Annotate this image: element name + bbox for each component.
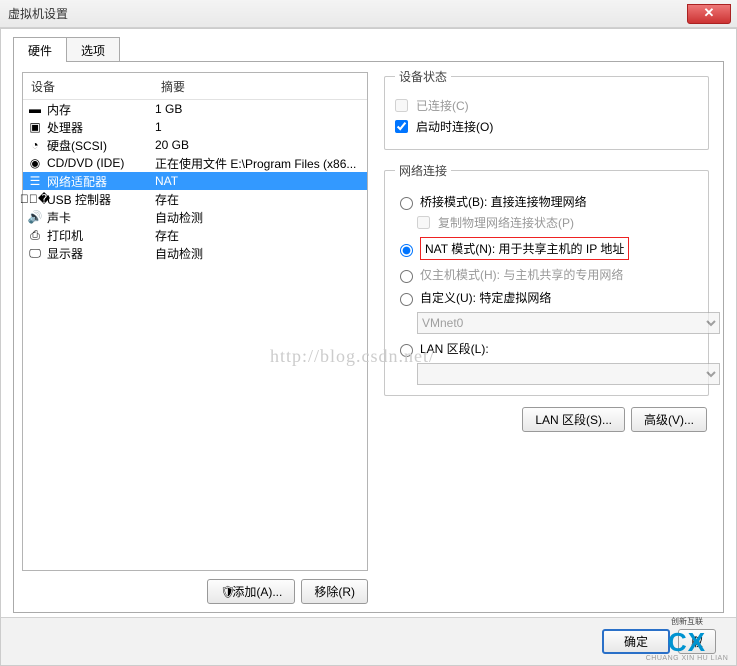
tab-hardware[interactable]: 硬件 [13,37,67,62]
hardware-row[interactable]: �ొ� USB 控制器存在 [23,190,367,208]
connected-label: 已连接(C) [416,97,469,114]
nat-radio-row[interactable]: NAT 模式(N): 用于共享主机的 IP 地址 [395,237,698,260]
cpu-icon: ▣ [27,120,43,134]
custom-radio-row[interactable]: 自定义(U): 特定虚拟网络 [395,289,698,306]
device-summary: 存在 [155,227,367,244]
device-summary: 自动检测 [155,245,367,262]
hardware-row[interactable]: 🔊 声卡自动检测 [23,208,367,226]
lan-label: LAN 区段(L): [420,340,489,357]
tab-strip: 硬件 选项 [13,37,736,62]
hostonly-radio-row[interactable]: 仅主机模式(H): 与主机共享的专用网络 [395,266,698,283]
device-name: CD/DVD (IDE) [47,156,155,170]
device-summary: 20 GB [155,138,367,152]
custom-combo-wrap: VMnet0 [417,312,720,334]
ok-button[interactable]: 确定 [602,629,670,654]
device-summary: 正在使用文件 E:\Program Files (x86... [155,155,367,172]
custom-label: 自定义(U): 特定虚拟网络 [420,289,551,306]
device-state-group: 设备状态 已连接(C) 启动时连接(O) [384,68,709,150]
remove-hardware-button[interactable]: 移除(R) [301,579,368,604]
device-name: USB 控制器 [47,191,155,208]
add-hardware-button[interactable]: 🛡添加(A)... [207,579,295,604]
device-name: 声卡 [47,209,155,226]
bridge-label: 桥接模式(B): 直接连接物理网络 [420,193,587,210]
device-summary: NAT [155,174,367,188]
device-name: 硬盘(SCSI) [47,137,155,154]
device-name: 显示器 [47,245,155,262]
window-body: 硬件 选项 设备 摘要 ▬ 内存1 GB ▣ 处理器1 ◔ 硬盘(SCSI)20 GB ◉ C… [0,28,737,666]
device-summary: 自动检测 [155,209,367,226]
device-detail-pane: 设备状态 已连接(C) 启动时连接(O) 网络连接 桥接模式(B): 直接连接物… [376,62,723,612]
network-extra-buttons: LAN 区段(S)... 高级(V)... [522,407,707,432]
hardware-buttons: 🛡添加(A)... 移除(R) [22,579,368,604]
hardware-list-header: 设备 摘要 [23,73,367,100]
dialog-button-bar: 确定 取 [1,617,736,665]
hardware-list-pane: 设备 摘要 ▬ 内存1 GB ▣ 处理器1 ◔ 硬盘(SCSI)20 GB ◉ CD/DVD … [14,62,376,612]
hostonly-radio[interactable] [400,270,413,283]
lan-segments-button[interactable]: LAN 区段(S)... [522,407,625,432]
cd-icon: ◉ [27,156,43,170]
hardware-row[interactable]: ⎙ 打印机存在 [23,226,367,244]
bridge-radio[interactable] [400,197,413,210]
connect-at-power-label: 启动时连接(O) [416,118,493,135]
tab-panel-hardware: 设备 摘要 ▬ 内存1 GB ▣ 处理器1 ◔ 硬盘(SCSI)20 GB ◉ CD/DVD … [13,61,724,613]
device-state-legend: 设备状态 [395,68,451,85]
shield-icon: 🛡 [220,585,230,599]
display-icon: 🖵 [27,246,43,260]
hardware-row[interactable]: 🖵 显示器自动检测 [23,244,367,262]
device-summary: 1 [155,120,367,134]
device-name: 打印机 [47,227,155,244]
col-device: 设备 [23,73,153,99]
close-button[interactable]: ✕ [687,4,731,24]
connect-at-power-checkbox[interactable] [395,120,408,133]
custom-network-select: VMnet0 [417,312,720,334]
lan-combo-wrap [417,363,720,385]
device-summary: 1 GB [155,102,367,116]
hardware-row[interactable]: ▬ 内存1 GB [23,100,367,118]
network-legend: 网络连接 [395,162,451,179]
device-summary: 存在 [155,191,367,208]
hardware-row[interactable]: ◉ CD/DVD (IDE)正在使用文件 E:\Program Files (x8… [23,154,367,172]
tab-options[interactable]: 选项 [66,37,120,62]
window-title: 虚拟机设置 [8,5,68,22]
cancel-button[interactable]: 取 [678,629,716,654]
advanced-button[interactable]: 高级(V)... [631,407,707,432]
hardware-list: 设备 摘要 ▬ 内存1 GB ▣ 处理器1 ◔ 硬盘(SCSI)20 GB ◉ CD/DVD … [22,72,368,571]
device-name: 网络适配器 [47,173,155,190]
hardware-row[interactable]: ▣ 处理器1 [23,118,367,136]
lan-radio[interactable] [400,344,413,357]
memory-icon: ▬ [27,102,43,116]
hardware-row[interactable]: ☰ 网络适配器NAT [23,172,367,190]
connected-checkbox-row: 已连接(C) [395,97,698,114]
custom-radio[interactable] [400,293,413,306]
replicate-label: 复制物理网络连接状态(P) [438,214,574,231]
device-name: 内存 [47,101,155,118]
sound-icon: 🔊 [27,210,43,224]
disk-icon: ◔ [27,138,43,152]
printer-icon: ⎙ [27,228,43,242]
net-icon: ☰ [27,174,43,188]
usb-icon: �ొ� [27,192,43,206]
lan-segment-select [417,363,720,385]
nat-label: NAT 模式(N): 用于共享主机的 IP 地址 [420,237,629,260]
connected-checkbox [395,99,408,112]
device-name: 处理器 [47,119,155,136]
col-summary: 摘要 [153,73,193,99]
lan-radio-row[interactable]: LAN 区段(L): [395,340,698,357]
hostonly-label: 仅主机模式(H): 与主机共享的专用网络 [420,266,623,283]
bridge-radio-row[interactable]: 桥接模式(B): 直接连接物理网络 [395,193,698,210]
replicate-checkbox [417,216,430,229]
hardware-row[interactable]: ◔ 硬盘(SCSI)20 GB [23,136,367,154]
connect-at-power-row[interactable]: 启动时连接(O) [395,118,698,135]
nat-radio[interactable] [400,244,413,257]
title-bar: 虚拟机设置 ✕ [0,0,737,28]
network-connection-group: 网络连接 桥接模式(B): 直接连接物理网络 复制物理网络连接状态(P) NAT… [384,162,709,396]
replicate-row: 复制物理网络连接状态(P) [417,214,698,231]
